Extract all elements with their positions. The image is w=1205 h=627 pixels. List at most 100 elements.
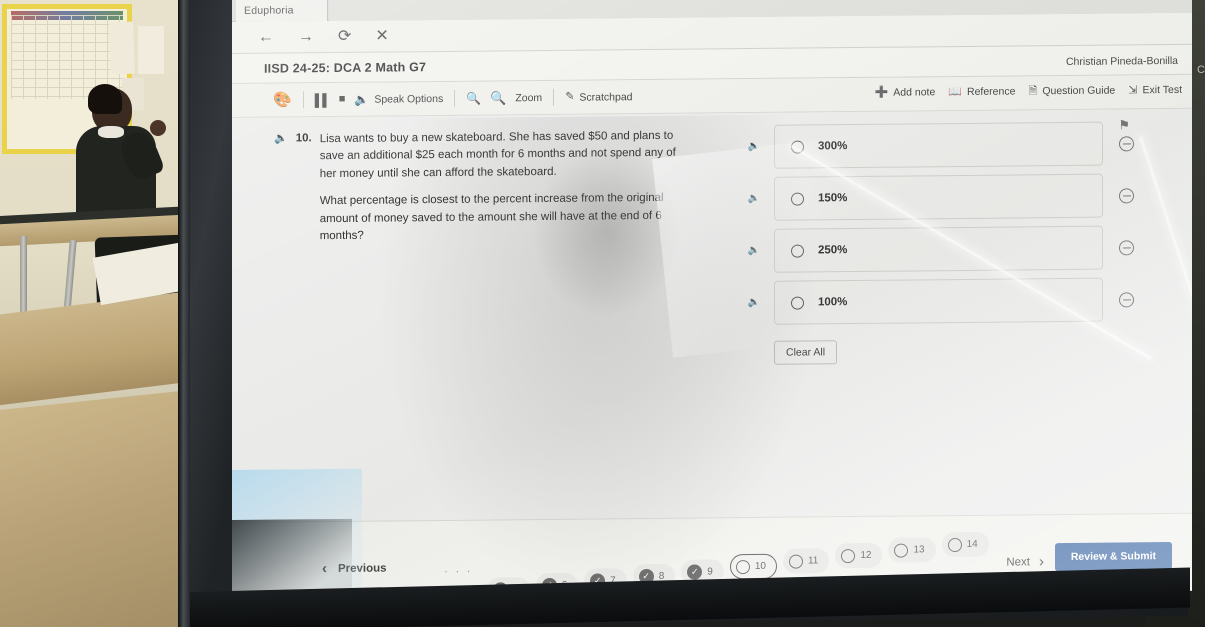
answer-option-row: 🔈 250% [744, 225, 1134, 273]
clear-all-button[interactable]: Clear All [774, 340, 838, 365]
reference-button[interactable]: 📖 Reference [948, 85, 1015, 98]
answer-option-150[interactable]: 150% [774, 173, 1103, 221]
radio-button[interactable] [791, 140, 804, 154]
student-collar [98, 126, 124, 138]
scratchpad-label: Scratchpad [579, 90, 633, 104]
add-note-label: Add note [893, 86, 936, 99]
student-hair [88, 84, 122, 114]
test-content-area: ⚑ 🔈 10. Lisa wants to buy a new skateboa… [232, 108, 1192, 601]
answer-speaker-icon[interactable]: 🔈 [744, 297, 764, 308]
circle-icon [894, 543, 909, 558]
question-nav-label: 13 [913, 544, 925, 556]
check-icon: ✓ [687, 564, 703, 580]
answer-options: 🔈 300% 🔈 150% 🔈 250% 🔈 100% Clear All [744, 121, 1134, 365]
previous-button[interactable]: ‹ Previous [322, 560, 387, 578]
exit-icon: ⇲ [1128, 83, 1138, 96]
question-nav-label: 10 [754, 560, 766, 572]
eliminate-icon[interactable] [1119, 291, 1134, 307]
exit-test-label: Exit Test [1142, 83, 1183, 97]
circle-icon [947, 537, 962, 552]
question-nav-label: 14 [966, 538, 978, 550]
speaker-icon: 🔈 [354, 92, 370, 107]
question-nav-13[interactable]: 13 [888, 537, 936, 563]
question-text: Lisa wants to buy a new skateboard. She … [320, 128, 694, 246]
question-nav-11[interactable]: 11 [782, 548, 830, 574]
zoom-in-icon[interactable]: 🔍 [490, 90, 506, 105]
wall-paper-b [138, 26, 164, 74]
palette-icon[interactable]: 🎨 [273, 91, 292, 108]
speak-options-label: Speak Options [374, 92, 444, 106]
scratchpad-group: ✎ Scratchpad [554, 91, 643, 104]
poster-title-bar [11, 11, 123, 20]
question-nav-label: 11 [807, 555, 819, 567]
answer-speaker-icon[interactable]: 🔈 [744, 193, 764, 204]
review-submit-button[interactable]: Review & Submit [1054, 541, 1172, 572]
laptop-left-edge [178, 0, 190, 627]
eliminate-icon[interactable] [1119, 239, 1134, 255]
question-number: 10. [295, 132, 312, 145]
chevron-left-icon: ‹ [322, 560, 327, 578]
book-icon: 📖 [948, 85, 962, 98]
question-nav-12[interactable]: 12 [835, 542, 883, 569]
chrome-label: C [1197, 64, 1205, 76]
answer-speaker-icon[interactable]: 🔈 [744, 245, 764, 256]
question-nav-10[interactable]: 10 [729, 553, 777, 580]
pencil-icon: ✎ [565, 90, 575, 103]
add-note-button[interactable]: ➕ Add note [875, 86, 936, 99]
zoom-label-wrap[interactable]: Zoom [515, 92, 542, 104]
previous-label: Previous [338, 562, 387, 575]
toolbar-right-group: ➕ Add note 📖 Reference 🗎 Question Guide … [875, 84, 1182, 99]
question-guide-button[interactable]: 🗎 Question Guide [1028, 85, 1115, 98]
question-speaker-icon[interactable]: 🔈 [274, 131, 288, 246]
circle-icon [735, 559, 750, 574]
stop-icon[interactable]: ■ [339, 93, 346, 105]
reload-icon[interactable]: ⟳ [338, 27, 351, 44]
next-button[interactable]: Next › [1006, 553, 1044, 570]
wall-paper-a [109, 21, 135, 75]
zoom-label: Zoom [515, 91, 543, 104]
student-hand [150, 120, 166, 136]
laptop-screen: Eduphoria ← → ⟳ ✕ IISD 24-25: DCA 2 Math… [232, 0, 1192, 601]
back-icon[interactable]: ← [258, 28, 274, 45]
guide-icon: 🗎 [1028, 84, 1038, 97]
answer-label: 300% [818, 140, 848, 153]
close-icon[interactable]: ✕ [375, 27, 388, 44]
answer-label: 150% [818, 192, 848, 205]
radio-button[interactable] [791, 296, 804, 310]
plus-circle-icon: ➕ [874, 86, 889, 99]
radio-button[interactable] [791, 244, 804, 258]
answer-speaker-icon[interactable]: 🔈 [744, 141, 764, 152]
circle-icon [841, 548, 856, 563]
eliminate-icon[interactable] [1119, 187, 1134, 203]
eliminate-icon[interactable] [1119, 135, 1134, 151]
reference-label: Reference [967, 85, 1016, 98]
question-nav-14[interactable]: 14 [941, 531, 989, 558]
forward-icon[interactable]: → [298, 28, 314, 45]
answer-label: 100% [818, 296, 848, 309]
question-nav-ellipsis[interactable]: · · · [444, 564, 473, 578]
speak-options-button[interactable]: 🔈 Speak Options [354, 92, 444, 107]
chevron-right-icon: › [1039, 553, 1044, 571]
speak-group: ▌▌ ■ 🔈 Speak Options [304, 92, 455, 107]
question-nav-label: 12 [860, 549, 872, 561]
zoom-out-icon[interactable]: 🔍 [466, 91, 481, 105]
answer-option-row: 🔈 150% [744, 173, 1134, 221]
answer-option-row: 🔈 300% [744, 121, 1134, 169]
question-pane: 🔈 10. Lisa wants to buy a new skateboard… [274, 128, 694, 247]
pause-icon[interactable]: ▌▌ [315, 93, 330, 107]
answer-option-100[interactable]: 100% [774, 277, 1103, 325]
browser-tab-eduphoria[interactable]: Eduphoria [236, 0, 328, 22]
student-name: Christian Pineda-Bonilla [1065, 54, 1178, 68]
photo-scene: C Eduphoria ← → ⟳ ✕ IISD 24-25: DCA 2 Ma… [0, 0, 1205, 627]
answer-option-300[interactable]: 300% [774, 121, 1103, 169]
scratchpad-button[interactable]: ✎ Scratchpad [565, 91, 632, 104]
question-row: 🔈 10. Lisa wants to buy a new skateboard… [274, 128, 694, 247]
next-label: Next [1006, 555, 1030, 569]
student-figure [76, 84, 166, 228]
exit-test-button[interactable]: ⇲ Exit Test [1128, 84, 1182, 97]
zoom-group: 🔍 🔍 Zoom [455, 90, 553, 105]
radio-button[interactable] [791, 192, 804, 206]
answer-option-250[interactable]: 250% [774, 225, 1103, 273]
question-nav-label: 9 [707, 566, 713, 578]
palette-group: 🎨 [262, 91, 303, 108]
